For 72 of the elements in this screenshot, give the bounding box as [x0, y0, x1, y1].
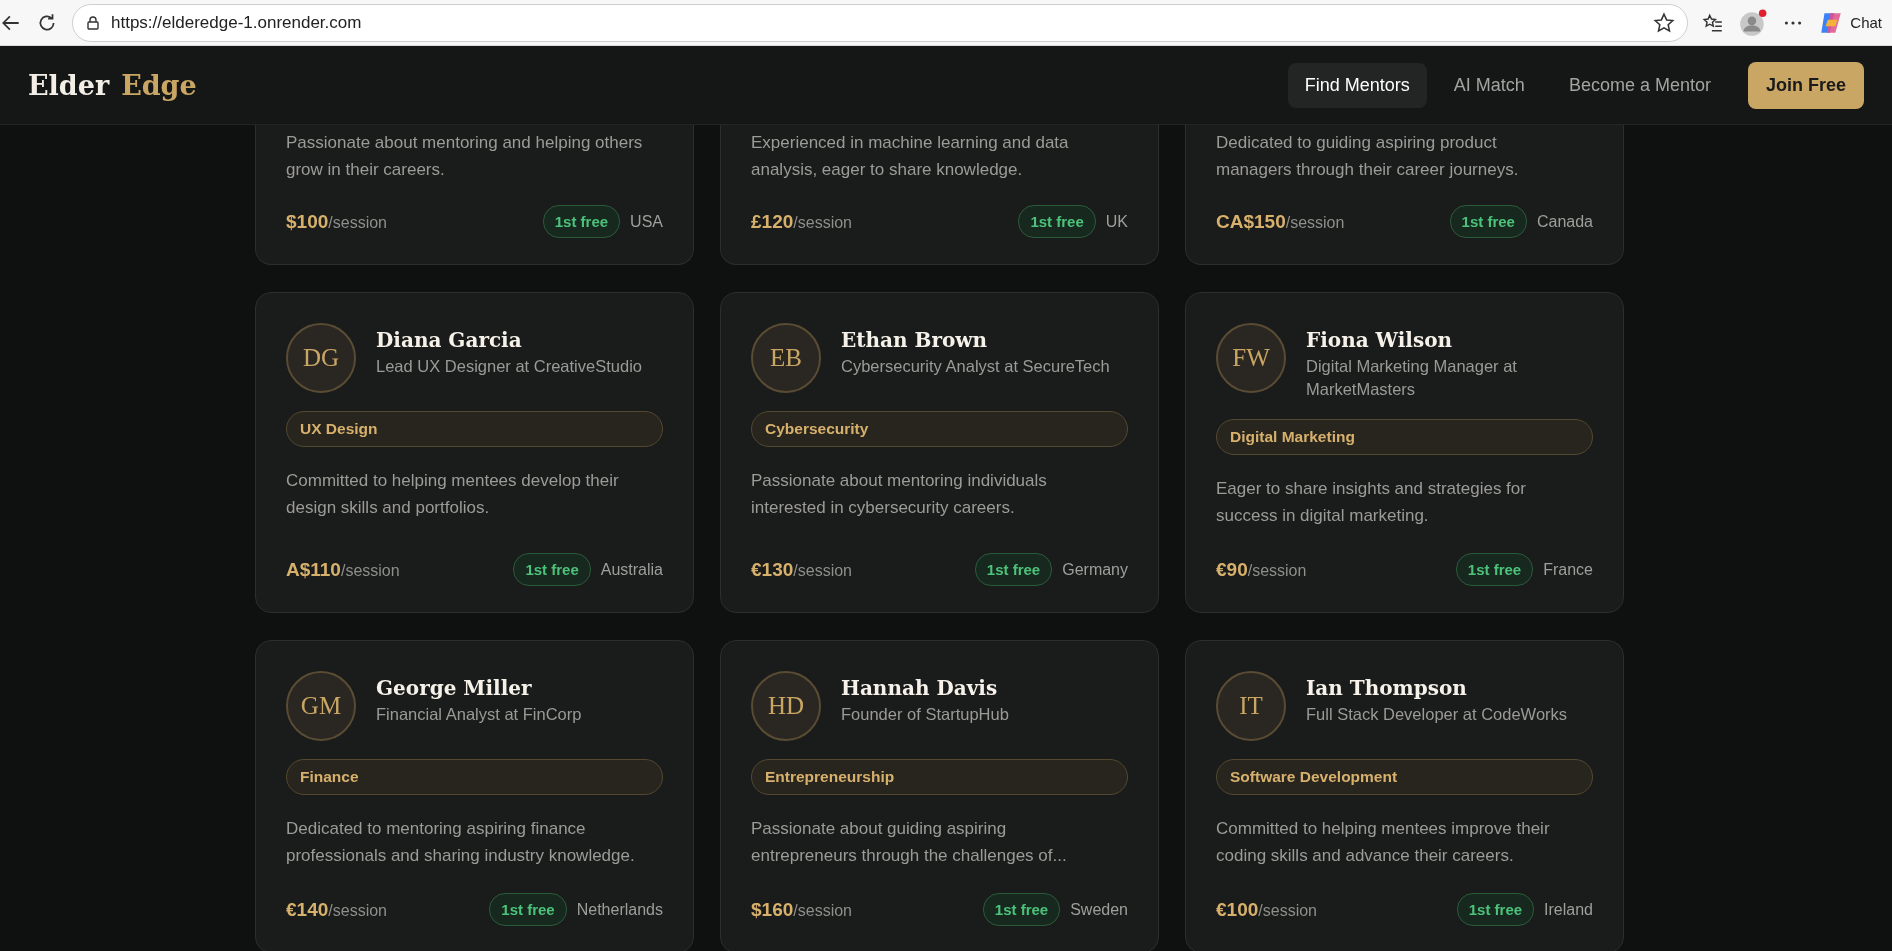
- address-bar[interactable]: https://elderedge-1.onrender.com: [72, 3, 1689, 42]
- nav-link[interactable]: Become a Mentor: [1551, 62, 1728, 108]
- lock-icon[interactable]: [85, 14, 101, 31]
- free-badge: 1st free: [1456, 893, 1535, 926]
- free-badge: 1st free: [542, 205, 621, 238]
- mentor-role: Financial Analyst at FinCorp: [376, 704, 582, 725]
- avatar-initials: GM: [286, 671, 356, 741]
- avatar-initials: EB: [751, 323, 821, 393]
- mentor-role: Lead UX Designer at CreativeStudio: [376, 356, 642, 377]
- mentor-description: Dedicated to guiding aspiring product managers through their career journeys.: [1216, 132, 1520, 181]
- skill-tag: Entrepreneurship: [751, 759, 1128, 795]
- nav-link[interactable]: AI Match: [1436, 62, 1542, 108]
- free-badge: 1st free: [1018, 205, 1096, 238]
- mentor-role: Cybersecurity Analyst at SecureTech: [841, 356, 1110, 377]
- free-badge: 1st free: [513, 553, 591, 586]
- skill-tag: Finance: [286, 759, 663, 795]
- free-badge: 1st free: [982, 893, 1061, 926]
- logo-text[interactable]: Edge: [121, 69, 197, 101]
- mentor-description: Passionate about mentoring individuals interested in cybersecurity careers.: [751, 470, 1048, 519]
- free-badge: 1st free: [974, 553, 1053, 586]
- chat-button[interactable]: Chat: [1818, 9, 1882, 36]
- session-price: €90/session: [1216, 558, 1308, 581]
- favorites-icon[interactable]: [1702, 11, 1725, 34]
- country-label: Netherlands: [576, 900, 663, 919]
- mentor-description: Committed to helping mentees improve their coding skills and advance their careers.: [1216, 818, 1551, 867]
- mentor-description: Passionate about guiding aspiring entrepreneurs through the challenges of...: [751, 818, 1068, 867]
- country-label: Ireland: [1544, 900, 1593, 919]
- nav-link[interactable]: Find Mentors: [1287, 62, 1427, 108]
- mentor-name: Fiona Wilson: [1306, 328, 1454, 352]
- session-price: £120/session: [751, 210, 853, 233]
- skill-tag: UX Design: [286, 411, 663, 447]
- star-icon[interactable]: [1653, 11, 1676, 34]
- mentor-role: Digital Marketing Manager at MarketMasters: [1306, 356, 1518, 400]
- free-badge: 1st free: [1449, 205, 1527, 238]
- free-badge: 1st free: [1455, 553, 1534, 586]
- avatar-initials: IT: [1216, 671, 1286, 741]
- mentor-description: Committed to helping mentees develop their design skills and portfolios.: [286, 470, 620, 519]
- session-price: €100/session: [1216, 898, 1318, 921]
- mentor-description: Experienced in machine learning and data analysis, eager to share knowledge.: [751, 132, 1070, 181]
- session-price: €140/session: [286, 898, 388, 921]
- logo-text[interactable]: Elder: [28, 69, 110, 101]
- country-label: Australia: [600, 560, 663, 579]
- skill-tag: Cybersecurity: [751, 411, 1128, 447]
- mentor-role: Founder of StartupHub: [841, 704, 1009, 725]
- session-price: CA$150/session: [1216, 210, 1346, 233]
- mentor-name: Hannah Davis: [841, 676, 999, 700]
- session-price: €130/session: [751, 558, 853, 581]
- mentor-description: Eager to share insights and strategies for success in digital marketing.: [1216, 478, 1527, 527]
- join-button[interactable]: Join Free: [1747, 61, 1864, 109]
- skill-tag: Digital Marketing: [1216, 419, 1593, 455]
- mentor-name: Diana Garcia: [376, 328, 523, 352]
- avatar-initials: HD: [751, 671, 821, 741]
- session-price: A$110/session: [286, 558, 401, 581]
- mentor-description: Dedicated to mentoring aspiring finance professionals and sharing industry knowledge.: [286, 818, 636, 867]
- country-label: USA: [630, 212, 663, 231]
- country-label: Sweden: [1070, 900, 1128, 919]
- free-badge: 1st free: [489, 893, 567, 926]
- skill-tag: Software Development: [1216, 759, 1593, 795]
- country-label: France: [1543, 560, 1593, 579]
- mentor-name: George Miller: [376, 676, 533, 700]
- session-price: $160/session: [751, 898, 853, 921]
- mentor-role: Full Stack Developer at CodeWorks: [1306, 704, 1568, 725]
- country-label: UK: [1105, 212, 1128, 231]
- mentor-name: Ethan Brown: [841, 328, 989, 352]
- avatar-initials: FW: [1216, 323, 1286, 393]
- mentor-description: Passionate about mentoring and helping others grow in their careers.: [286, 132, 644, 181]
- country-label: Canada: [1536, 212, 1593, 231]
- country-label: Germany: [1062, 560, 1128, 579]
- profile-icon[interactable]: [1738, 7, 1769, 38]
- mentor-name: Ian Thompson: [1306, 676, 1468, 700]
- session-price: $100/session: [286, 210, 388, 233]
- avatar-initials: DG: [286, 323, 356, 393]
